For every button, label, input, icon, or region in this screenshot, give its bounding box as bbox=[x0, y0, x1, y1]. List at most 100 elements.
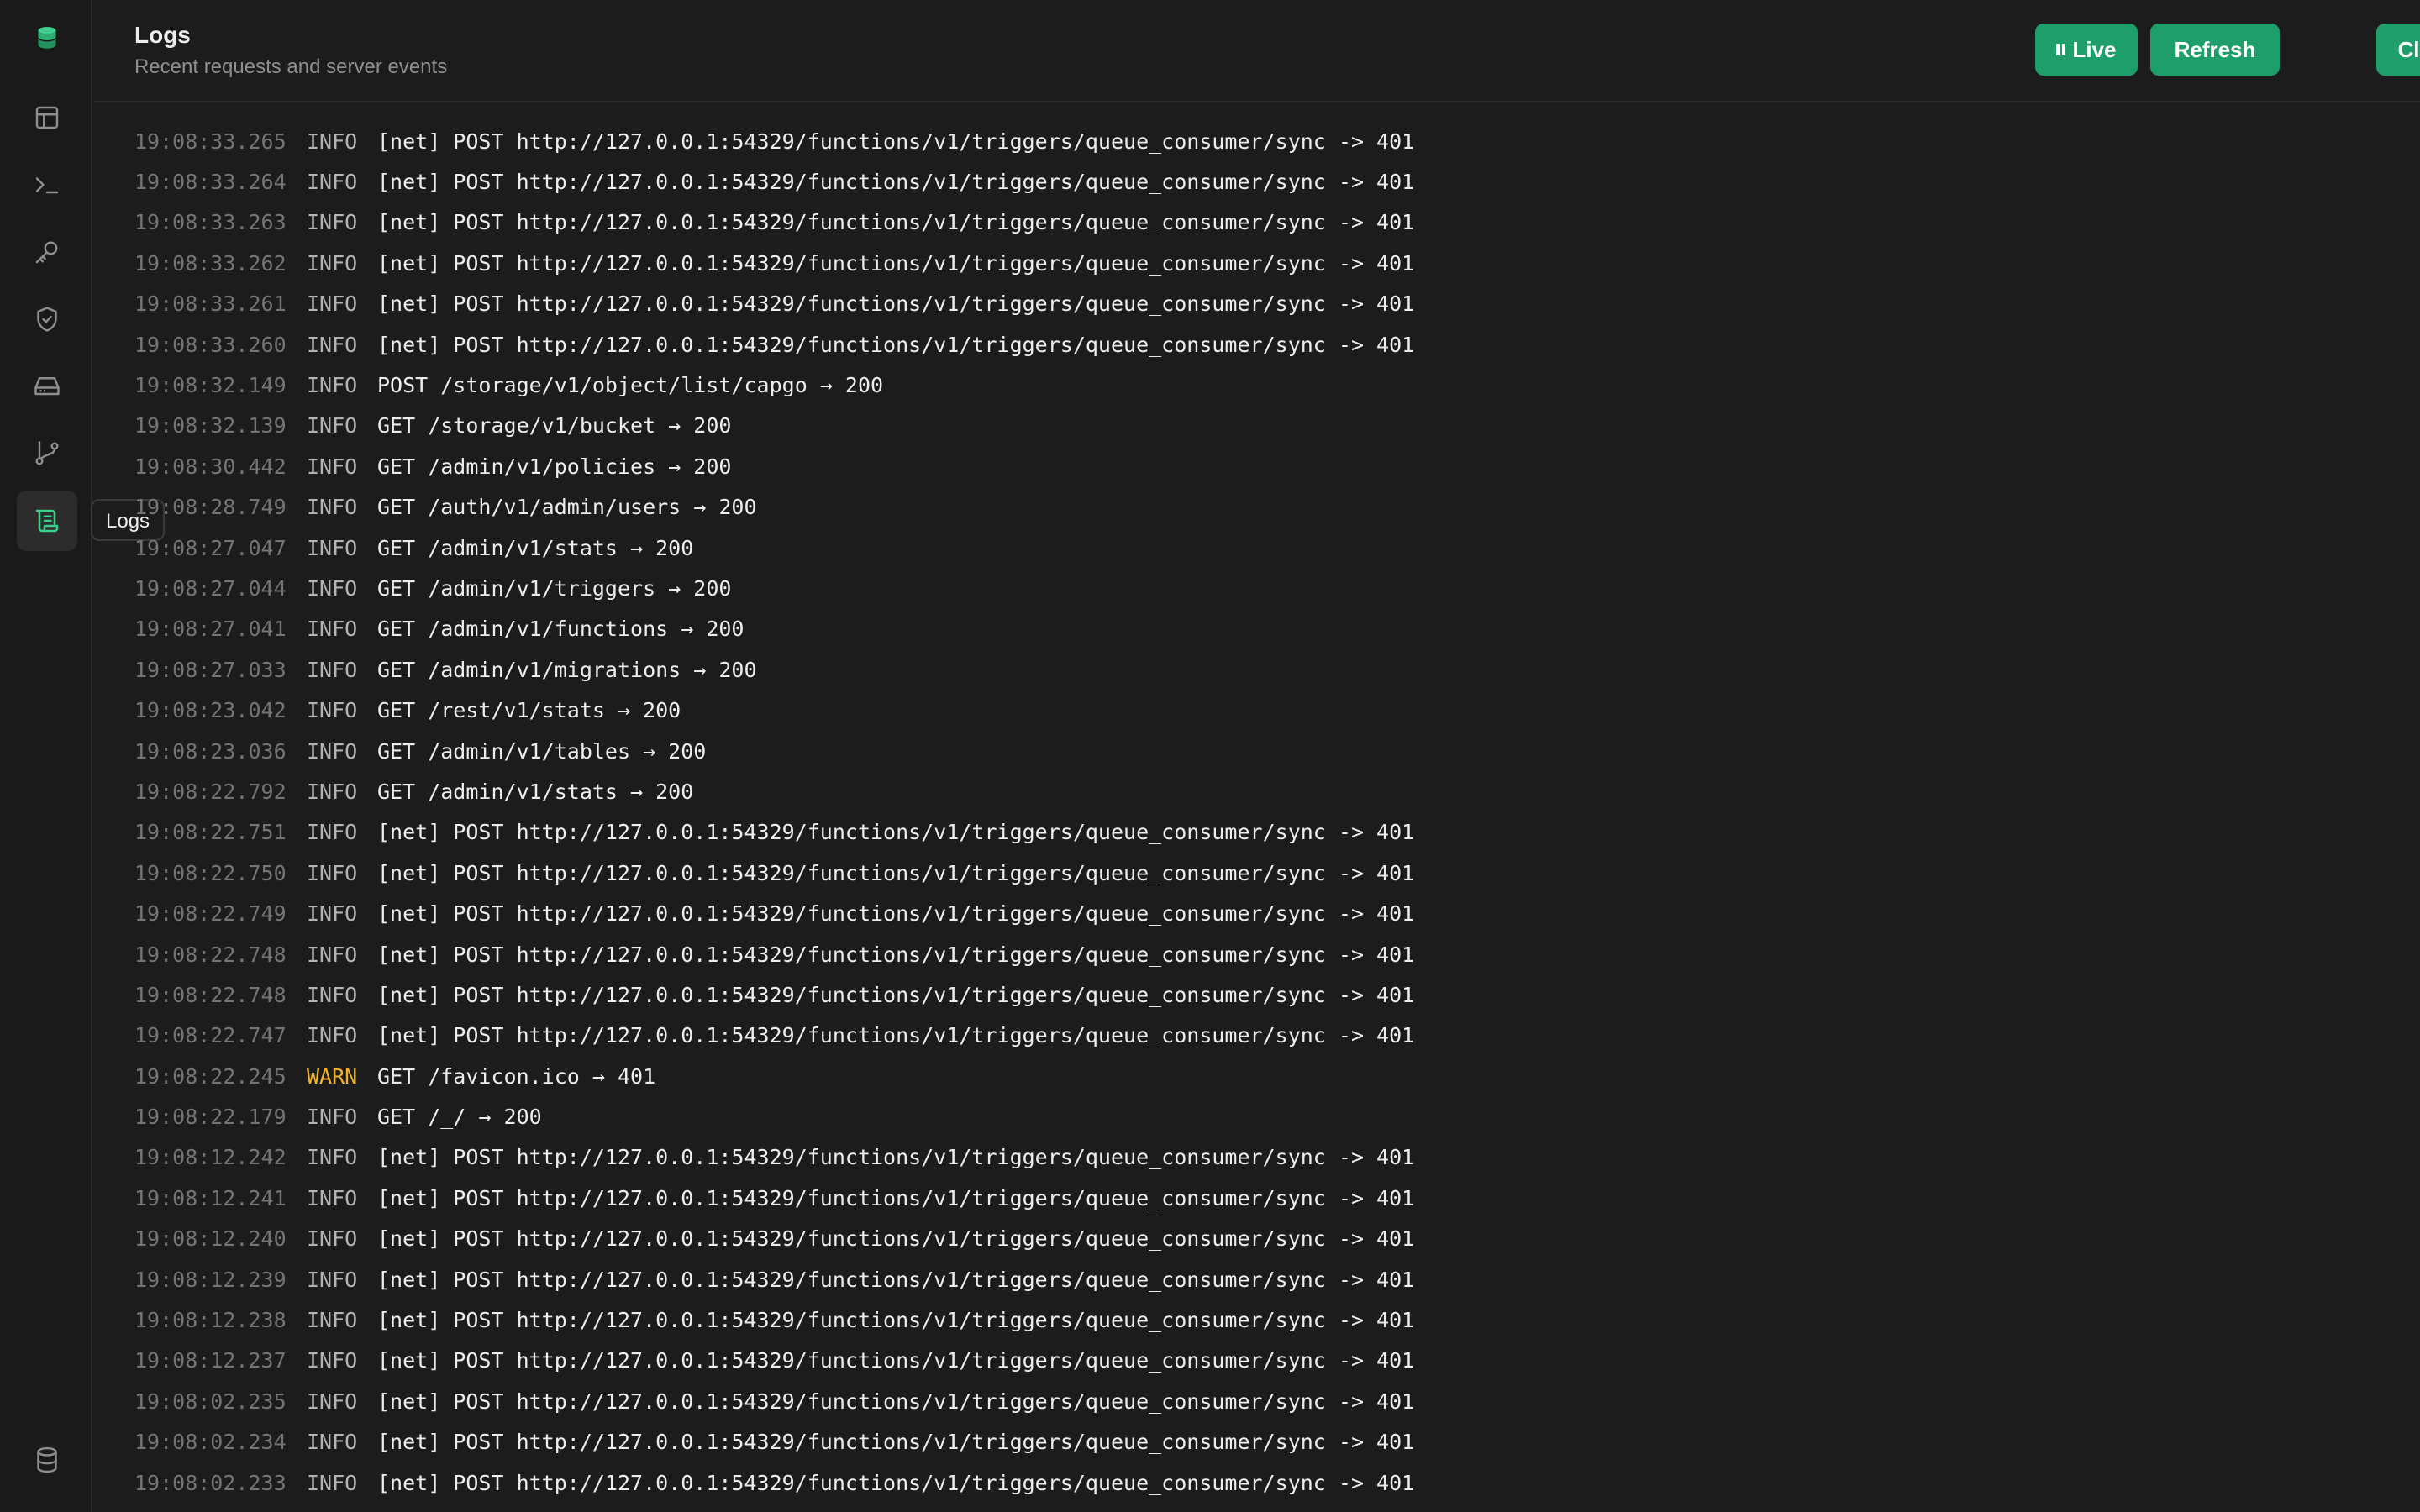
log-timestamp: 19:08:22.179 bbox=[134, 1105, 287, 1130]
log-message: [net] POST http://127.0.0.1:54329/functi… bbox=[377, 1348, 1415, 1373]
log-level: INFO bbox=[307, 1470, 358, 1495]
log-row: 19:08:33.262 INFO [net] POST http://127.0.… bbox=[134, 243, 1414, 283]
log-level: INFO bbox=[307, 901, 358, 927]
log-level: INFO bbox=[307, 575, 358, 601]
log-row: 19:08:02.235 INFO [net] POST http://127.0.… bbox=[134, 1381, 1414, 1421]
log-message: [net] POST http://127.0.0.1:54329/functi… bbox=[377, 332, 1415, 357]
live-button[interactable]: Live bbox=[2035, 24, 2138, 76]
log-row: 19:08:27.033 INFO GET /admin/v1/migrations… bbox=[134, 649, 1414, 690]
log-row: 19:08:30.442 INFO GET /admin/v1/policies →… bbox=[134, 446, 1414, 486]
log-level: INFO bbox=[307, 332, 358, 357]
log-timestamp: 19:08:12.238 bbox=[134, 1308, 287, 1333]
log-level: INFO bbox=[307, 1145, 358, 1170]
sidebar-item-branches[interactable] bbox=[17, 423, 77, 484]
key-icon bbox=[35, 241, 58, 264]
log-level: INFO bbox=[307, 1389, 358, 1414]
log-level: INFO bbox=[307, 129, 358, 154]
live-button-label: Live bbox=[2072, 36, 2117, 62]
log-row: 19:08:32.139 INFO GET /storage/v1/bucket →… bbox=[134, 406, 1414, 446]
refresh-button-label: Refresh bbox=[2174, 36, 2256, 62]
log-message: [net] POST http://127.0.0.1:54329/functi… bbox=[377, 1145, 1415, 1170]
log-message: GET /admin/v1/stats → 200 bbox=[377, 779, 694, 804]
log-message: [net] POST http://127.0.0.1:54329/functi… bbox=[377, 170, 1415, 195]
log-timestamp: 19:08:02.234 bbox=[134, 1430, 287, 1455]
log-message: [net] POST http://127.0.0.1:54329/functi… bbox=[377, 1470, 1415, 1495]
log-level: INFO bbox=[307, 1308, 358, 1333]
log-row: 19:08:12.239 INFO [net] POST http://127.0.… bbox=[134, 1259, 1414, 1299]
log-level: INFO bbox=[307, 1267, 358, 1292]
log-message: GET /favicon.ico → 401 bbox=[377, 1063, 656, 1089]
sidebar-item-sql-editor[interactable] bbox=[17, 155, 77, 215]
log-timestamp: 19:08:12.242 bbox=[134, 1145, 287, 1170]
page-header: Logs Recent requests and server events L… bbox=[94, 0, 2420, 102]
log-row: 19:08:12.241 INFO [net] POST http://127.0.… bbox=[134, 1178, 1414, 1218]
log-level: INFO bbox=[307, 698, 358, 723]
clear-button-label: Clear bbox=[2397, 36, 2420, 62]
sidebar-item-table-editor[interactable] bbox=[17, 87, 77, 148]
sidebar-item-database[interactable] bbox=[17, 1430, 77, 1490]
refresh-button[interactable]: Refresh bbox=[2150, 24, 2280, 76]
log-timestamp: 19:08:30.442 bbox=[134, 454, 287, 479]
log-message: [net] POST http://127.0.0.1:54329/functi… bbox=[377, 1308, 1415, 1333]
log-row: 19:08:22.179 INFO GET /_/ → 200 bbox=[134, 1096, 1414, 1137]
sidebar-item-home[interactable] bbox=[17, 8, 77, 69]
log-message: GET /admin/v1/stats → 200 bbox=[377, 535, 694, 560]
log-level: INFO bbox=[307, 1023, 358, 1048]
logs-scroll-icon bbox=[35, 509, 59, 533]
log-row: 19:08:02.233 INFO [net] POST http://127.0.… bbox=[134, 1462, 1414, 1503]
table-editor-icon bbox=[35, 106, 59, 129]
git-branch-icon bbox=[35, 441, 59, 465]
log-timestamp: 19:08:12.237 bbox=[134, 1348, 287, 1373]
log-message: [net] POST http://127.0.0.1:54329/functi… bbox=[377, 129, 1415, 154]
log-level: INFO bbox=[307, 250, 358, 276]
log-level: INFO bbox=[307, 1185, 358, 1210]
clear-button[interactable]: Clear bbox=[2376, 24, 2420, 76]
log-message: [net] POST http://127.0.0.1:54329/functi… bbox=[377, 1226, 1415, 1252]
log-message: [net] POST http://127.0.0.1:54329/functi… bbox=[377, 250, 1415, 276]
log-message: GET /storage/v1/bucket → 200 bbox=[377, 413, 732, 438]
page-title: Logs bbox=[134, 22, 191, 48]
page-subtitle: Recent requests and server events bbox=[134, 55, 448, 78]
sidebar-item-logs[interactable] bbox=[17, 491, 77, 551]
log-timestamp: 19:08:12.241 bbox=[134, 1185, 287, 1210]
log-message: GET /admin/v1/tables → 200 bbox=[377, 738, 707, 764]
log-level: INFO bbox=[307, 535, 358, 560]
sidebar-item-storage[interactable] bbox=[17, 356, 77, 417]
log-timestamp: 19:08:33.261 bbox=[134, 291, 287, 317]
log-row: 19:08:22.792 INFO GET /admin/v1/stats → 20… bbox=[134, 771, 1414, 811]
database-logo-icon bbox=[38, 27, 56, 49]
log-level: INFO bbox=[307, 413, 358, 438]
log-level: INFO bbox=[307, 210, 358, 235]
log-timestamp: 19:08:27.041 bbox=[134, 617, 287, 642]
log-message: [net] POST http://127.0.0.1:54329/functi… bbox=[377, 1267, 1415, 1292]
log-message: GET /rest/v1/stats → 200 bbox=[377, 698, 681, 723]
log-level: INFO bbox=[307, 617, 358, 642]
log-level: INFO bbox=[307, 982, 358, 1007]
sidebar-item-auth[interactable] bbox=[17, 222, 77, 282]
log-row: 19:08:12.237 INFO [net] POST http://127.0.… bbox=[134, 1341, 1414, 1381]
log-level: INFO bbox=[307, 779, 358, 804]
log-row: 19:08:27.047 INFO GET /admin/v1/stats → 20… bbox=[134, 528, 1414, 568]
log-message: GET /_/ → 200 bbox=[377, 1105, 542, 1130]
log-level: INFO bbox=[307, 820, 358, 845]
log-row: 19:08:33.264 INFO [net] POST http://127.0.… bbox=[134, 161, 1414, 202]
log-row: 19:08:12.238 INFO [net] POST http://127.0.… bbox=[134, 1299, 1414, 1340]
log-row: 19:08:23.042 INFO GET /rest/v1/stats → 200 bbox=[134, 690, 1414, 730]
log-message: [net] POST http://127.0.0.1:54329/functi… bbox=[377, 1430, 1415, 1455]
log-message: GET /admin/v1/triggers → 200 bbox=[377, 575, 732, 601]
log-message: GET /admin/v1/policies → 200 bbox=[377, 454, 732, 479]
log-timestamp: 19:08:23.036 bbox=[134, 738, 287, 764]
log-message: GET /admin/v1/migrations → 200 bbox=[377, 657, 757, 682]
sidebar bbox=[0, 0, 92, 1512]
log-row: 19:08:23.036 INFO GET /admin/v1/tables → 2… bbox=[134, 731, 1414, 771]
log-message: [net] POST http://127.0.0.1:54329/functi… bbox=[377, 901, 1415, 927]
log-row: 19:08:22.748 INFO [net] POST http://127.0.… bbox=[134, 974, 1414, 1015]
log-timestamp: 19:08:22.747 bbox=[134, 1023, 287, 1048]
log-row: 19:08:27.041 INFO GET /admin/v1/functions … bbox=[134, 609, 1414, 649]
log-message: [net] POST http://127.0.0.1:54329/functi… bbox=[377, 982, 1415, 1007]
log-level: WARN bbox=[307, 1063, 358, 1089]
log-row: 19:08:33.263 INFO [net] POST http://127.0.… bbox=[134, 202, 1414, 243]
log-level: INFO bbox=[307, 1105, 358, 1130]
sidebar-item-policies[interactable] bbox=[17, 289, 77, 349]
database-icon bbox=[37, 1446, 57, 1473]
